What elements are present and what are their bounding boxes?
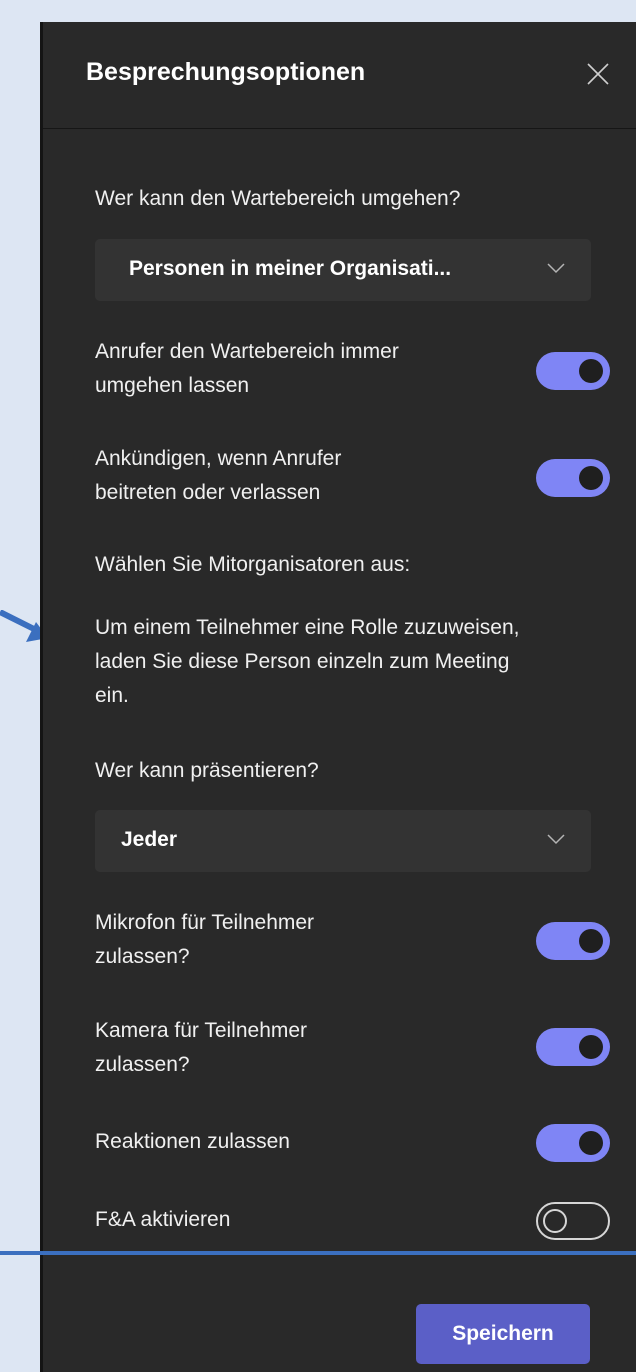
announce-label: Ankündigen, wenn Anrufer beitreten oder … [95,447,342,504]
coorganizers-info: Um einem Teilnehmer eine Rolle zuzuweise… [95,616,520,707]
panel-header: Besprechungsoptionen [40,22,636,129]
reactions-toggle[interactable] [536,1124,610,1162]
mic-label: Mikrofon für Teilnehmer zulassen? [95,911,315,968]
callers-bypass-label: Anrufer den Wartebereich immer umgehen l… [95,340,399,397]
qa-toggle[interactable] [536,1202,610,1240]
save-button[interactable]: Speichern [416,1304,590,1364]
presenters-label: Wer kann präsentieren? [95,759,319,782]
camera-toggle[interactable] [536,1028,610,1066]
presenters-dropdown[interactable]: Jeder [95,810,591,872]
panel-title: Besprechungsoptionen [86,58,366,86]
mic-toggle[interactable] [536,922,610,960]
announce-toggle[interactable] [536,459,610,497]
annotation-line [0,1251,636,1255]
callers-bypass-toggle[interactable] [536,352,610,390]
qa-label: F&A aktivieren [95,1208,231,1231]
reactions-label: Reaktionen zulassen [95,1130,290,1153]
lobby-bypass-label: Wer kann den Wartebereich umgehen? [95,187,461,210]
chevron-down-icon [547,834,565,845]
lobby-bypass-dropdown[interactable]: Personen in meiner Organisati... [95,239,591,301]
close-icon[interactable] [586,62,610,86]
panel-edge [40,22,43,1372]
camera-label: Kamera für Teilnehmer zulassen? [95,1019,308,1076]
meeting-options-panel: Besprechungsoptionen Wer kann den Warteb… [40,22,636,1372]
presenters-value: Jeder [121,828,178,851]
chevron-down-icon [547,263,565,274]
coorganizers-label: Wählen Sie Mitorganisatoren aus: [95,553,411,576]
lobby-bypass-value: Personen in meiner Organisati... [129,257,452,280]
